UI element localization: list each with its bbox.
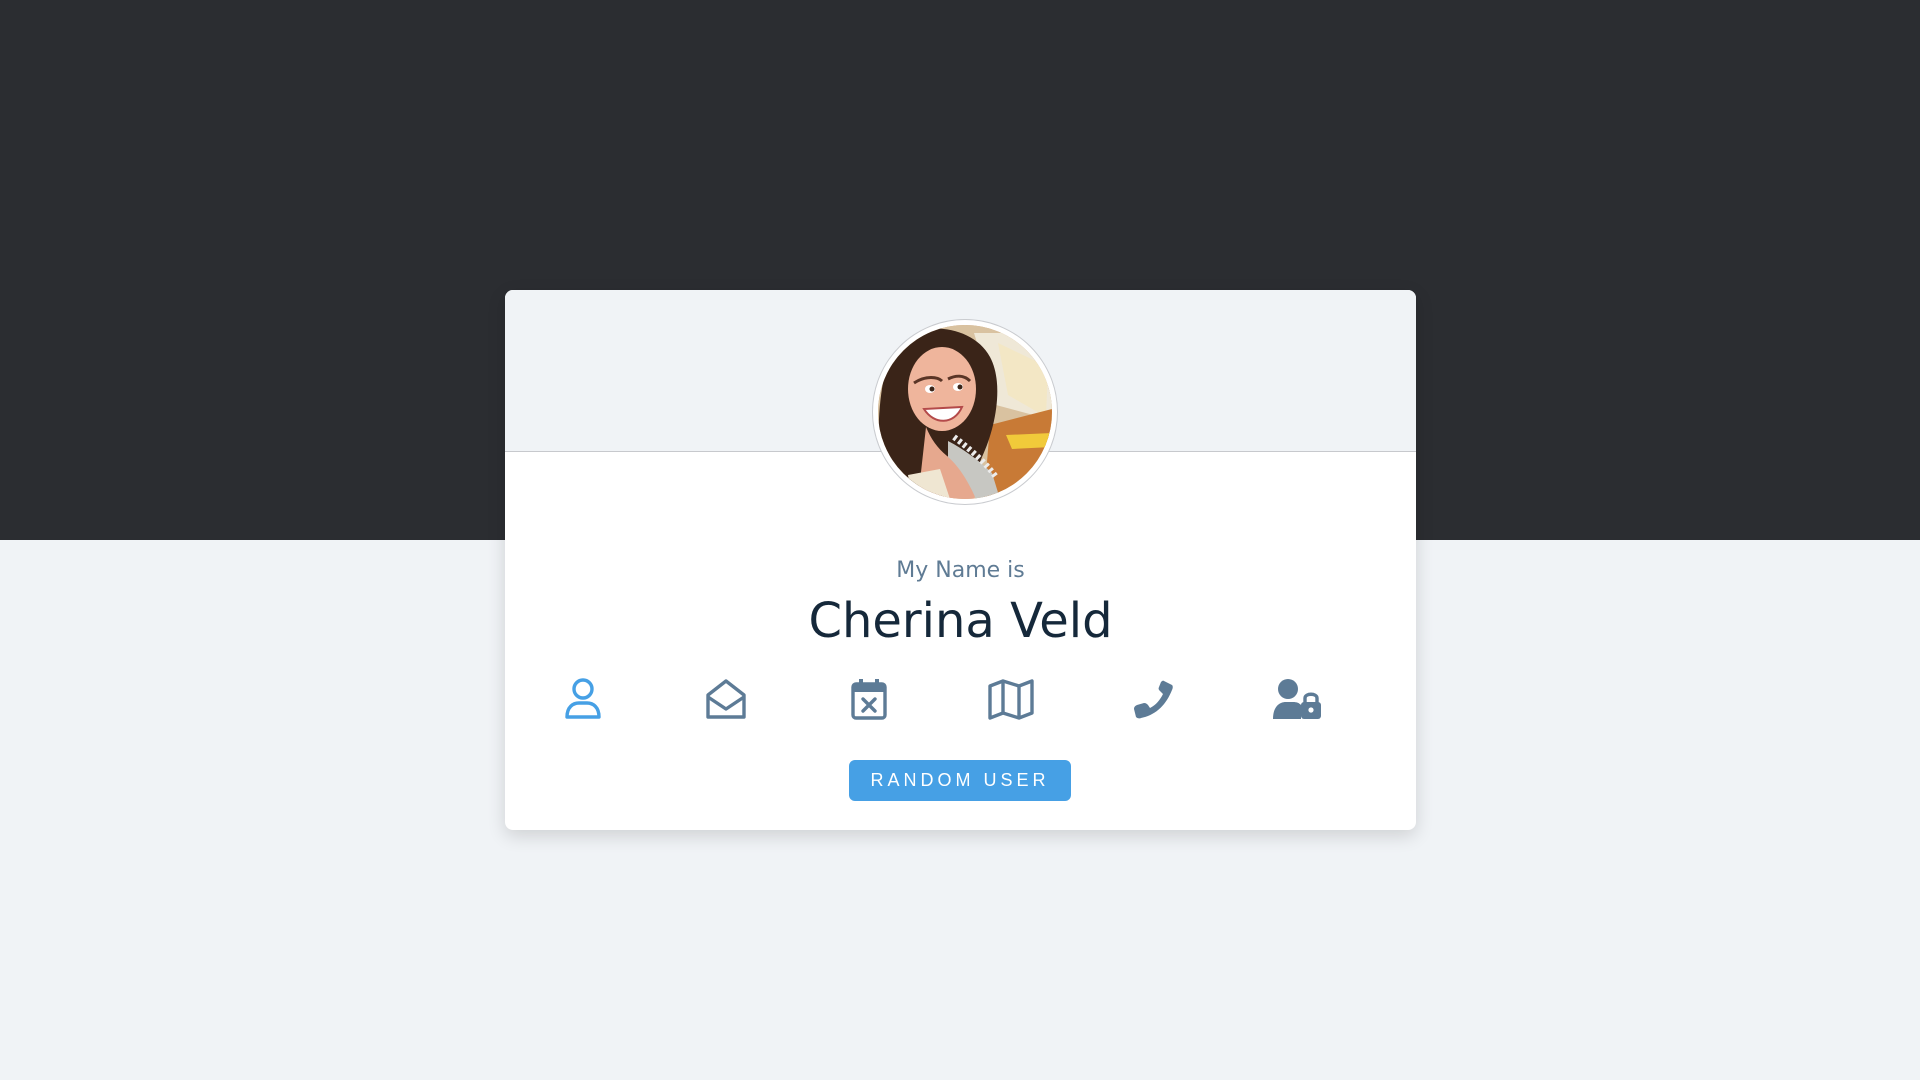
user-card: My Name is Cherina Veld RANDOM USER	[505, 290, 1416, 830]
user-icon-button[interactable]	[555, 673, 611, 725]
info-title: My Name is	[896, 558, 1025, 583]
address-icon-button[interactable]	[983, 673, 1039, 725]
avatar	[873, 320, 1057, 504]
user-lock-icon	[1273, 679, 1321, 719]
info-icon-bar	[505, 673, 1416, 725]
phone-icon-button[interactable]	[1126, 673, 1182, 725]
calendar-x-icon	[851, 679, 887, 720]
email-icon-button[interactable]	[698, 673, 754, 725]
info-value: Cherina Veld	[808, 593, 1113, 649]
user-icon	[565, 678, 601, 719]
password-icon-button[interactable]	[1269, 673, 1325, 725]
map-icon	[988, 679, 1034, 720]
random-user-button[interactable]: RANDOM USER	[849, 760, 1071, 801]
birthday-icon-button[interactable]	[841, 673, 897, 725]
phone-icon	[1134, 680, 1173, 719]
envelope-open-icon	[706, 679, 746, 719]
avatar-image	[878, 325, 1052, 499]
